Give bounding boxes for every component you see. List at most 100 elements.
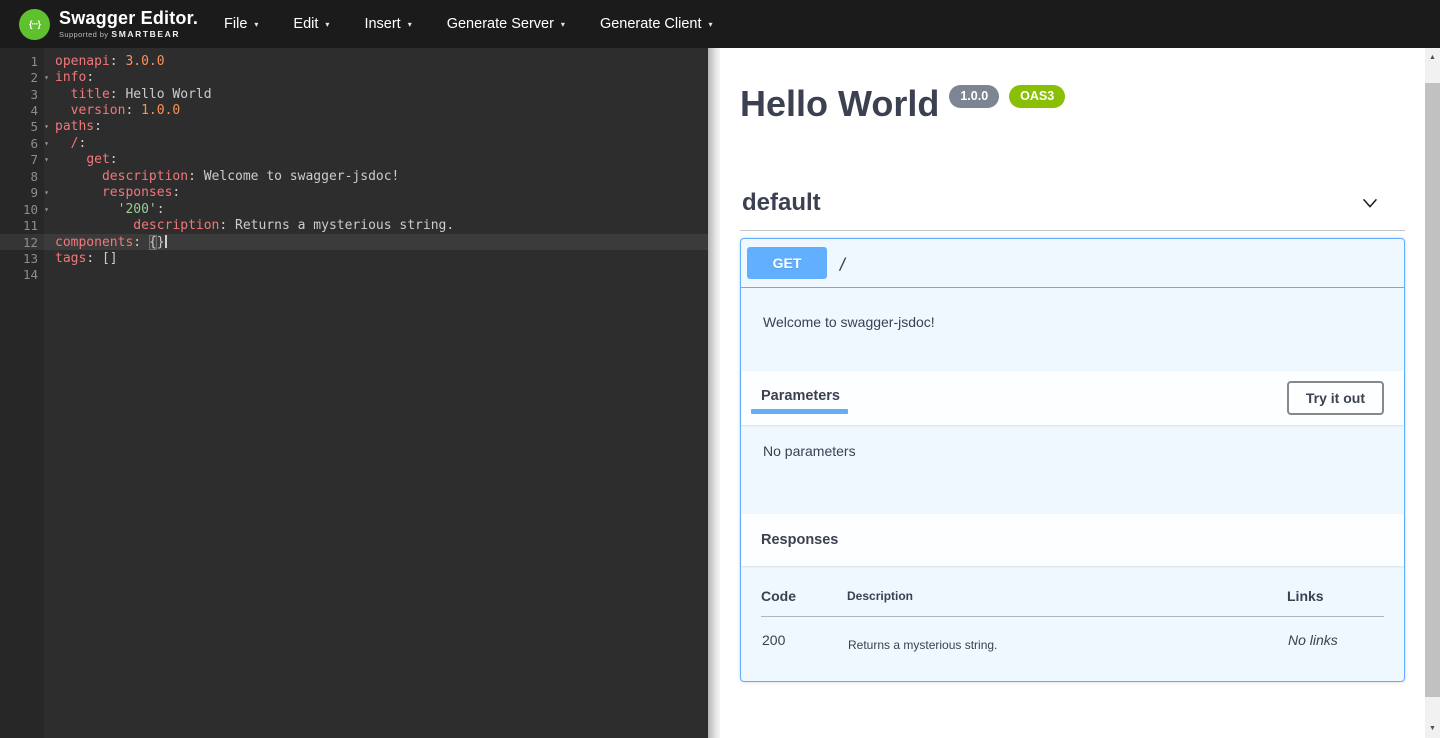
editor-line-8[interactable]: 8 description: Welcome to swagger-jsdoc!: [0, 168, 708, 184]
line-code: openapi: 3.0.0: [55, 54, 708, 69]
editor-line-14[interactable]: 14: [0, 267, 708, 283]
editor-line-7[interactable]: 7▾ get:: [0, 152, 708, 168]
scroll-up-icon[interactable]: ▲: [1425, 50, 1440, 65]
responses-body: Code Description Links 200Returns a myst…: [741, 566, 1404, 681]
response-links: No links: [1287, 617, 1384, 654]
response-row: 200Returns a mysterious string.No links: [761, 617, 1384, 654]
editor-line-1[interactable]: 1 openapi: 3.0.0: [0, 53, 708, 69]
operation-description: Welcome to swagger-jsdoc!: [741, 288, 1404, 371]
brand-text: Swagger Editor. Supported bySMARTBEAR: [59, 9, 198, 39]
line-number: 1: [0, 54, 38, 69]
token: info: [55, 70, 86, 85]
token: version: [71, 103, 126, 118]
vertical-scrollbar[interactable]: ▲ ▼: [1425, 48, 1440, 738]
line-number: 5: [0, 119, 38, 134]
line-code: /:: [55, 136, 708, 151]
yaml-editor[interactable]: 1openapi: 3.0.02▾info:3 title: Hello Wor…: [0, 48, 708, 738]
editor-line-6[interactable]: 6▾ /:: [0, 135, 708, 151]
fold-arrow-icon[interactable]: ▾: [38, 155, 55, 164]
scroll-down-icon[interactable]: ▼: [1425, 721, 1440, 736]
line-code: paths:: [55, 119, 708, 134]
line-code: title: Hello World: [55, 87, 708, 102]
topbar: {···} Swagger Editor. Supported bySMARTB…: [0, 0, 1440, 48]
scrollbar-thumb[interactable]: [1425, 83, 1440, 697]
token: :: [133, 235, 149, 250]
editor-line-9[interactable]: 9▾ responses:: [0, 185, 708, 201]
token: :: [110, 87, 126, 102]
line-code: get:: [55, 152, 708, 167]
oas3-badge: OAS3: [1009, 85, 1065, 108]
supported-by: Supported bySMARTBEAR: [59, 30, 198, 39]
opblock-summary[interactable]: GET /: [741, 239, 1404, 288]
line-number: 9: [0, 185, 38, 200]
editor-line-3[interactable]: 3 title: Hello World: [0, 86, 708, 102]
fold-arrow-icon[interactable]: ▾: [38, 122, 55, 131]
responses-header: Responses: [741, 514, 1404, 566]
api-title-text: Hello World: [740, 84, 939, 124]
menu-insert[interactable]: Insert▾: [364, 16, 411, 32]
editor-line-4[interactable]: 4 version: 1.0.0: [0, 102, 708, 118]
line-number: 14: [0, 267, 38, 282]
line-code: tags: []: [55, 251, 708, 266]
menu-edit[interactable]: Edit▾: [293, 16, 329, 32]
header-code: Code: [761, 588, 847, 617]
line-number: 13: [0, 251, 38, 266]
fold-arrow-icon[interactable]: ▾: [38, 205, 55, 214]
menu-file[interactable]: File ▾: [224, 16, 258, 32]
token: Returns a mysterious string.: [235, 218, 454, 233]
token: responses: [102, 185, 172, 200]
editor-line-10[interactable]: 10▾ '200':: [0, 201, 708, 217]
fold-arrow-icon[interactable]: ▾: [38, 73, 55, 82]
editor-lines: 1openapi: 3.0.02▾info:3 title: Hello Wor…: [0, 48, 708, 283]
token: :: [86, 251, 102, 266]
token: title: [71, 87, 110, 102]
menu-label: Generate Server: [447, 16, 554, 32]
line-code: description: Returns a mysterious string…: [55, 218, 708, 233]
line-code: responses:: [55, 185, 708, 200]
token: :: [125, 103, 141, 118]
token: Hello World: [125, 87, 211, 102]
line-number: 4: [0, 103, 38, 118]
editor-line-5[interactable]: 5▾paths:: [0, 119, 708, 135]
token: {: [149, 235, 157, 250]
menu-generate-client[interactable]: Generate Client▾: [600, 16, 713, 32]
editor-line-11[interactable]: 11 description: Returns a mysterious str…: [0, 217, 708, 233]
tag-section-default[interactable]: default: [740, 181, 1405, 231]
get-method-button[interactable]: GET: [747, 247, 827, 279]
responses-table-header: Code Description Links: [761, 588, 1384, 617]
token: :: [172, 185, 180, 200]
menu-label: Insert: [364, 16, 400, 32]
line-code: '200':: [55, 202, 708, 217]
caret-down-icon: ▾: [561, 20, 565, 29]
token: get: [86, 152, 109, 167]
line-code: info:: [55, 70, 708, 85]
line-number: 11: [0, 218, 38, 233]
line-number: 2: [0, 70, 38, 85]
token: :: [188, 169, 204, 184]
editor-line-13[interactable]: 13 tags: []: [0, 250, 708, 266]
token: :: [94, 119, 102, 134]
token: []: [102, 251, 118, 266]
token: description: [133, 218, 219, 233]
no-parameters-text: No parameters: [763, 443, 856, 459]
editor-line-2[interactable]: 2▾info:: [0, 69, 708, 85]
caret-down-icon: ▾: [254, 20, 258, 29]
fold-arrow-icon[interactable]: ▾: [38, 139, 55, 148]
response-code: 200: [761, 617, 847, 654]
try-it-out-button[interactable]: Try it out: [1287, 381, 1384, 415]
chevron-down-icon[interactable]: [1359, 192, 1381, 214]
operation-path: /: [838, 254, 848, 273]
swagger-editor-logo: {···} Swagger Editor. Supported bySMARTB…: [19, 9, 198, 40]
responses-table: Code Description Links 200Returns a myst…: [761, 588, 1384, 653]
menu-generate-server[interactable]: Generate Server ▾: [447, 16, 565, 32]
fold-arrow-icon[interactable]: ▾: [38, 188, 55, 197]
swagger-logo-icon: {···}: [19, 9, 50, 40]
api-title: Hello World 1.0.0 OAS3: [740, 84, 1405, 124]
line-code: description: Welcome to swagger-jsdoc!: [55, 169, 708, 184]
caret-down-icon: ▾: [709, 20, 713, 29]
pane-splitter[interactable]: [708, 48, 720, 738]
menu-label: File: [224, 16, 247, 32]
editor-line-12[interactable]: 12components: {}: [0, 234, 708, 250]
header-links: Links: [1287, 588, 1384, 617]
parameters-tab[interactable]: Parameters: [761, 382, 840, 414]
